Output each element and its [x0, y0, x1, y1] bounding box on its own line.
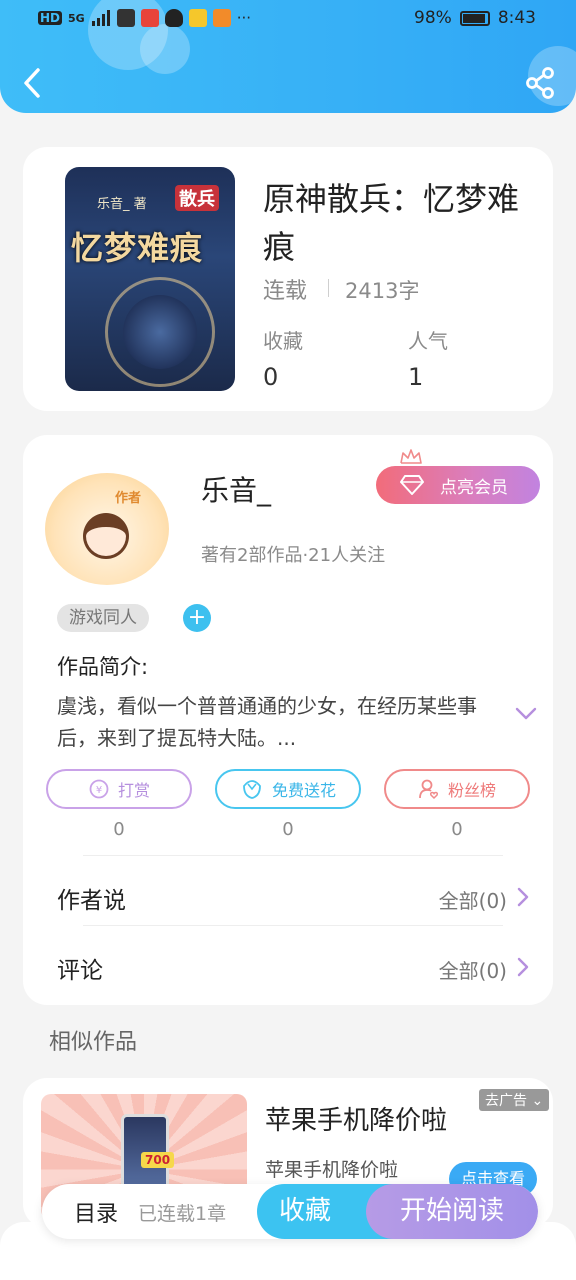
status-right: 98% 8:43 — [414, 8, 536, 28]
book-info-card: 乐音_ 著 散兵 忆梦难痕 原神散兵：忆梦难痕 连载 2413字 收藏 0 人气… — [23, 147, 553, 411]
chevron-down-icon[interactable] — [515, 707, 537, 721]
book-word-count: 2413字 — [345, 279, 420, 303]
remove-ad-button[interactable]: 去广告 ⌄ — [479, 1089, 550, 1111]
ad-title: 苹果手机降价啦 — [265, 1106, 448, 1136]
genre-tag[interactable]: 游戏同人 — [57, 604, 149, 632]
add-tag-button[interactable]: + — [183, 604, 211, 632]
book-title: 原神散兵：忆梦难痕 — [263, 180, 520, 266]
battery-percent: 98% — [414, 8, 452, 28]
start-reading-label: 开始阅读 — [399, 1196, 504, 1226]
stat-label-favorites: 收藏 — [263, 329, 303, 353]
author-name[interactable]: 乐音_ — [201, 469, 271, 509]
author-avatar[interactable]: 作者 — [45, 473, 169, 585]
tip-count: 0 — [113, 819, 125, 840]
hd-label: HD — [38, 11, 63, 25]
chevron-right-icon — [517, 957, 529, 977]
fan-ranking-label: 粉丝榜 — [447, 781, 496, 800]
intro-text: 虞浅，看似一个普普通通的少女，在经历某些事后，来到了提瓦特大陆。... — [57, 694, 477, 750]
qq-icon — [164, 9, 183, 27]
svg-text:¥: ¥ — [96, 785, 102, 796]
book-status: 连载 — [263, 279, 308, 304]
book-cover[interactable]: 乐音_ 著 散兵 忆梦难痕 — [65, 167, 235, 391]
divider — [328, 279, 329, 297]
toc-button[interactable]: 目录 — [74, 1196, 118, 1228]
signal-label: 5G — [68, 11, 85, 25]
clock: 8:43 — [497, 8, 536, 28]
flower-count: 0 — [282, 819, 294, 840]
fan-count: 0 — [451, 819, 463, 840]
divider — [83, 855, 503, 856]
author-meta: 著有2部作品·21人关注 — [201, 545, 386, 566]
start-reading-button[interactable]: 开始阅读 — [366, 1184, 538, 1239]
cover-title: 忆梦难痕 — [71, 229, 204, 267]
cover-author: 乐音_ 著 — [97, 197, 147, 212]
chevron-right-icon — [517, 887, 529, 907]
signal-icon — [91, 10, 110, 26]
stat-label-popularity: 人气 — [408, 329, 448, 353]
crown-icon — [400, 449, 422, 464]
back-button[interactable] — [20, 66, 50, 100]
top-header: HD 5G ··· 98% 8:43 — [0, 0, 576, 113]
ad-price: 700 — [141, 1152, 175, 1168]
tip-button[interactable]: ¥ 打赏 — [46, 769, 192, 809]
meituan-icon — [188, 9, 207, 27]
vip-label: 点亮会员 — [440, 477, 508, 498]
free-flower-button[interactable]: 免费送花 — [215, 769, 361, 809]
app-icon — [212, 9, 231, 27]
cover-badge: 散兵 — [175, 185, 219, 211]
author-says-count: 全部(0) — [438, 889, 507, 913]
similar-works-title: 相似作品 — [49, 1030, 138, 1055]
intro-heading: 作品简介: — [57, 655, 149, 679]
coin-icon: ¥ — [89, 779, 109, 799]
stat-value-favorites: 0 — [263, 363, 279, 391]
book-app-icon — [140, 9, 159, 27]
comments-label: 评论 — [57, 958, 103, 984]
author-says-label: 作者说 — [57, 888, 126, 914]
app-notification-icon — [116, 9, 135, 27]
avatar-face — [83, 513, 129, 559]
battery-icon — [459, 10, 490, 26]
status-icons: HD 5G ··· — [38, 9, 251, 27]
tip-label: 打赏 — [117, 781, 150, 800]
vip-button[interactable]: 点亮会员 — [376, 466, 540, 504]
bottom-action-bar: 目录 已连载1章 收藏 开始阅读 — [42, 1184, 538, 1239]
ad-subtitle: 苹果手机降价啦 — [265, 1159, 399, 1181]
free-flower-label: 免费送花 — [271, 781, 336, 800]
cover-decor — [123, 295, 197, 369]
diamond-icon — [400, 475, 424, 495]
avatar-tag: 作者 — [115, 491, 142, 506]
comments-count: 全部(0) — [438, 959, 507, 983]
stat-value-popularity: 1 — [408, 363, 424, 391]
share-button[interactable] — [524, 66, 556, 100]
favorite-label: 收藏 — [279, 1196, 332, 1226]
fan-ranking-button[interactable]: 粉丝榜 — [384, 769, 530, 809]
fan-icon — [419, 779, 439, 800]
divider — [83, 925, 503, 926]
more-notifications-icon: ··· — [236, 9, 252, 27]
author-card: 作者 乐音_ 著有2部作品·21人关注 点亮会员 游戏同人 + 作品简介: 虞浅… — [23, 435, 553, 1005]
flower-icon — [243, 780, 261, 799]
chapter-count: 已连载1章 — [138, 1203, 227, 1225]
status-bar: HD 5G ··· 98% 8:43 — [0, 0, 576, 38]
